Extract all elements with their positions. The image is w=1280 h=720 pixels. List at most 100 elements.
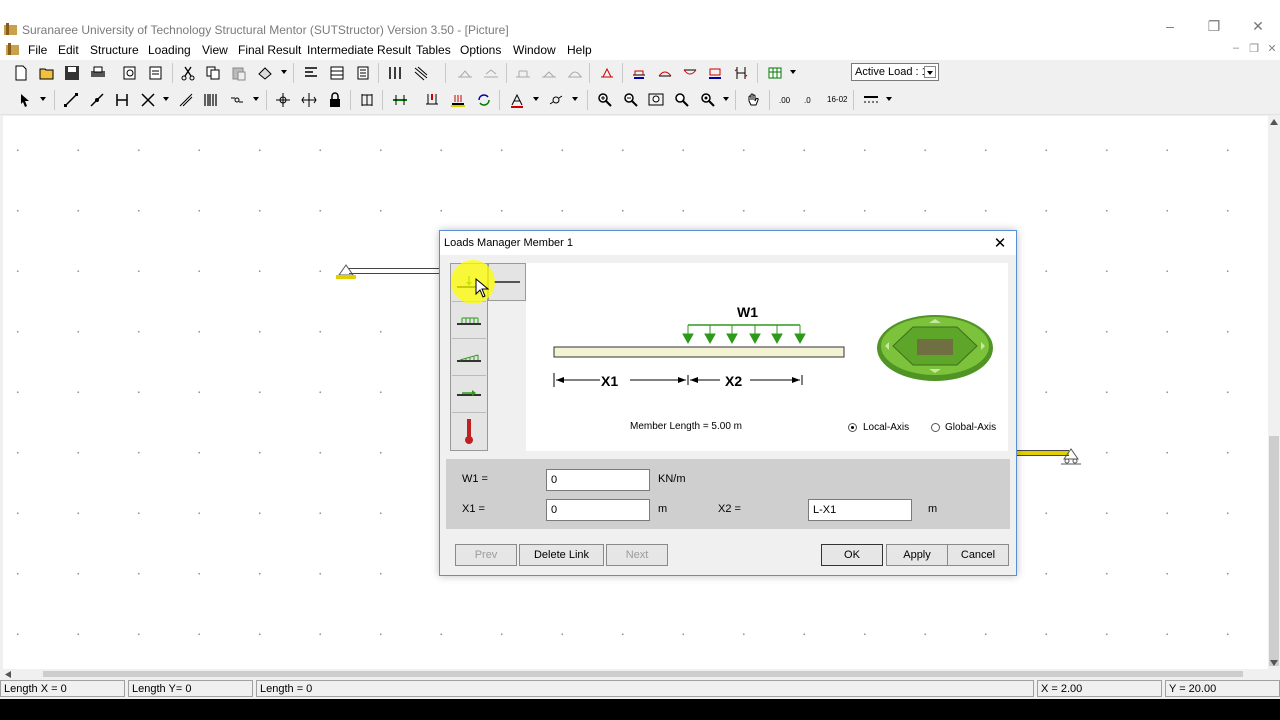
cut-icon[interactable] [179, 64, 197, 82]
move-icon[interactable] [274, 91, 292, 109]
grid-table-icon[interactable] [766, 64, 784, 82]
zoom-fit-icon[interactable] [673, 91, 691, 109]
precision-icon[interactable]: .00 [777, 91, 795, 109]
mdi-close-button[interactable]: ✕ [1264, 42, 1280, 56]
chevron-down-icon[interactable] [790, 70, 796, 74]
dimension-icon[interactable] [358, 91, 376, 109]
temperature-load-button[interactable] [452, 413, 486, 449]
menu-loading[interactable]: Loading [148, 43, 191, 57]
pan-hand-icon[interactable] [744, 91, 762, 109]
x1-input[interactable] [546, 499, 650, 521]
close-button[interactable]: ✕ [1238, 18, 1278, 38]
menu-final-result[interactable]: Final Result [238, 43, 301, 57]
chevron-down-icon[interactable] [253, 97, 259, 101]
uniform-load-button[interactable] [452, 302, 486, 339]
vertical-scrollbar[interactable] [1268, 116, 1280, 669]
pointer-icon[interactable] [16, 91, 34, 109]
new-file-icon[interactable] [12, 64, 30, 82]
active-load-select[interactable]: Active Load : 1 [851, 63, 939, 81]
rotate-icon[interactable] [475, 91, 493, 109]
columns-icon[interactable] [386, 64, 404, 82]
chevron-down-icon[interactable] [924, 66, 936, 78]
shear-diagram-icon[interactable] [630, 64, 648, 82]
lock-icon[interactable] [326, 91, 344, 109]
align-left-icon[interactable] [302, 64, 320, 82]
text-tool-icon[interactable] [508, 91, 526, 109]
x2-input[interactable] [808, 499, 912, 521]
next-button[interactable]: Next [606, 544, 668, 566]
scroll-left-icon[interactable] [5, 671, 11, 678]
local-axis-radio[interactable] [848, 423, 857, 432]
release-icon[interactable] [228, 91, 246, 109]
delete-link-button[interactable]: Delete Link [519, 544, 604, 566]
slash-tool-icon[interactable] [177, 91, 195, 109]
page-setup-icon[interactable] [147, 64, 165, 82]
menu-tables[interactable]: Tables [416, 43, 451, 57]
restore-button[interactable]: ❐ [1194, 18, 1234, 38]
line-style-icon[interactable] [862, 91, 880, 109]
apply-button[interactable]: Apply [886, 544, 948, 566]
deflection-icon[interactable] [681, 64, 699, 82]
axial-force-icon[interactable] [598, 64, 616, 82]
displacement-icon[interactable] [732, 64, 750, 82]
scroll-down-icon[interactable] [1270, 660, 1278, 666]
prev-button[interactable]: Prev [455, 544, 517, 566]
axial-load-button[interactable] [452, 376, 486, 413]
section-icon[interactable] [391, 91, 409, 109]
moment-diagram-icon[interactable] [656, 64, 674, 82]
zoom-menu-icon[interactable] [699, 91, 717, 109]
zoom-out-icon[interactable] [622, 91, 640, 109]
minimize-button[interactable]: – [1150, 18, 1190, 38]
open-folder-icon[interactable] [38, 64, 56, 82]
draw-member-icon[interactable] [62, 91, 80, 109]
local-axis-label[interactable]: Local-Axis [863, 422, 909, 433]
ok-button[interactable]: OK [821, 544, 883, 566]
paste-icon[interactable] [230, 64, 248, 82]
global-axis-label[interactable]: Global-Axis [945, 422, 996, 433]
horizontal-scrollbar[interactable] [3, 669, 1268, 679]
chevron-down-icon[interactable] [40, 97, 46, 101]
menu-window[interactable]: Window [513, 43, 556, 57]
chevron-down-icon[interactable] [886, 97, 892, 101]
barcode-icon[interactable] [202, 91, 220, 109]
link-icon[interactable] [547, 91, 565, 109]
save-icon[interactable] [63, 64, 81, 82]
structure-member[interactable] [349, 268, 443, 274]
support-icon[interactable] [113, 91, 131, 109]
copy-icon[interactable] [204, 64, 222, 82]
triangular-load-button[interactable] [452, 339, 486, 376]
menu-view[interactable]: View [202, 43, 228, 57]
menu-structure[interactable]: Structure [90, 43, 139, 57]
draw-node-icon[interactable] [88, 91, 106, 109]
scroll-thumb[interactable] [1269, 436, 1279, 666]
cancel-button[interactable]: Cancel [947, 544, 1009, 566]
menu-file[interactable]: File [28, 43, 47, 57]
print-preview-icon[interactable] [121, 64, 139, 82]
print-icon[interactable] [89, 64, 107, 82]
mirror-icon[interactable] [300, 91, 318, 109]
chevron-down-icon[interactable] [723, 97, 729, 101]
zoom-in-icon[interactable] [596, 91, 614, 109]
coordinate-format-label[interactable]: 16-02 [827, 95, 847, 104]
scroll-thumb[interactable] [43, 671, 1243, 677]
dialog-close-button[interactable]: ✕ [990, 234, 1010, 252]
hinge-icon[interactable] [139, 91, 157, 109]
menu-options[interactable]: Options [460, 43, 501, 57]
zoom-window-icon[interactable] [647, 91, 665, 109]
chevron-down-icon[interactable] [281, 70, 287, 74]
w1-input[interactable] [546, 469, 650, 491]
chevron-down-icon[interactable] [533, 97, 539, 101]
global-axis-radio[interactable] [931, 423, 940, 432]
menu-edit[interactable]: Edit [58, 43, 79, 57]
mdi-minimize-button[interactable]: – [1228, 42, 1244, 56]
hatch-icon[interactable] [412, 64, 430, 82]
scroll-up-icon[interactable] [1270, 119, 1278, 125]
menu-intermediate-result[interactable]: Intermediate Result [307, 43, 411, 57]
decimal-icon[interactable]: .0 [802, 91, 820, 109]
mdi-restore-button[interactable]: ❐ [1246, 42, 1262, 56]
load-node-icon[interactable] [423, 91, 441, 109]
reaction-icon[interactable] [706, 64, 724, 82]
list-icon[interactable] [354, 64, 372, 82]
load-member-icon[interactable] [449, 91, 467, 109]
table-icon[interactable] [328, 64, 346, 82]
